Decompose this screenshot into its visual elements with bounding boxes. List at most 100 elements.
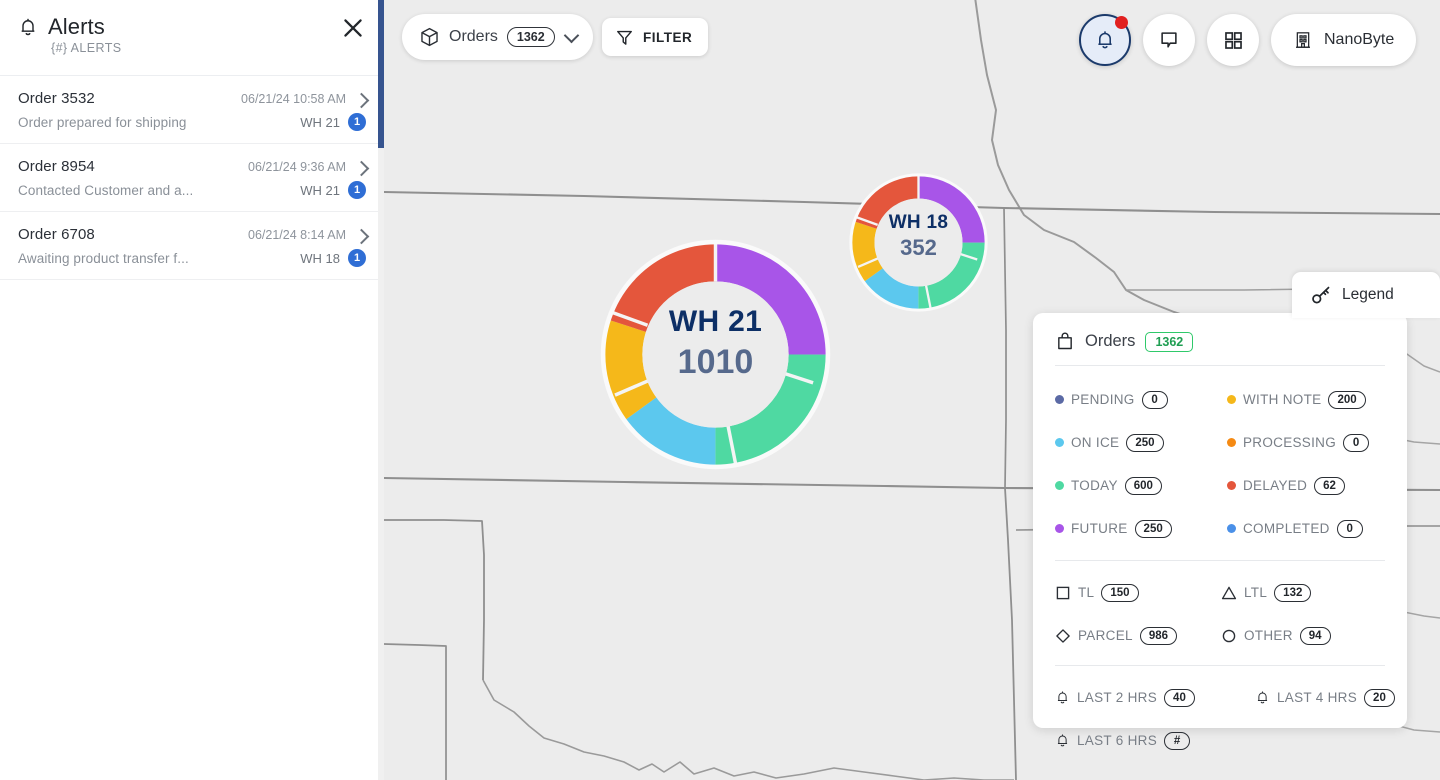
orders-dropdown-button[interactable]: Orders 1362 (402, 14, 593, 60)
chevron-down-icon[interactable] (563, 27, 579, 43)
legend-count: 20 (1364, 689, 1395, 707)
page-title: Alerts (48, 14, 105, 40)
legend-label: OTHER (1244, 628, 1293, 643)
notifications-button[interactable] (1079, 14, 1131, 66)
alert-list-item[interactable]: Order 6708 06/21/24 8:14 AM Awaiting pro… (0, 212, 384, 280)
legend-item-tl[interactable]: TL 150 (1055, 571, 1221, 614)
orders-label: Orders (449, 28, 498, 46)
alert-description: Order prepared for shipping (18, 115, 187, 130)
dashboard-root: Alerts {#} ALERTS Order 3532 06/21/24 10… (0, 0, 1440, 780)
legend-label: PENDING (1071, 392, 1135, 407)
bell-icon (18, 16, 38, 38)
status-dot-icon (1055, 481, 1064, 490)
square-icon (1055, 585, 1071, 601)
legend-item-completed[interactable]: COMPLETED 0 (1227, 507, 1385, 550)
legend-label: LTL (1244, 585, 1267, 600)
status-badge: 1 (348, 249, 366, 267)
orders-count-badge: 1362 (507, 27, 555, 47)
legend-label: ON ICE (1071, 435, 1119, 450)
legend-header-label: Orders (1085, 332, 1135, 351)
legend-item-last-6-hrs[interactable]: LAST 6 HRS # (1055, 719, 1255, 762)
legend-count: 62 (1314, 477, 1345, 495)
legend-label: COMPLETED (1243, 521, 1330, 536)
legend-label: WITH NOTE (1243, 392, 1321, 407)
legend-count: 250 (1126, 434, 1163, 452)
bell-icon (1255, 689, 1270, 706)
status-badge: 1 (348, 113, 366, 131)
package-icon (419, 26, 440, 48)
organization-name: NanoByte (1324, 31, 1394, 49)
legend-item-last-4-hrs[interactable]: LAST 4 HRS 20 (1255, 676, 1395, 719)
legend-label: TODAY (1071, 478, 1118, 493)
apps-button[interactable] (1207, 14, 1259, 66)
legend-item-pending[interactable]: PENDING 0 (1055, 378, 1227, 421)
sidebar-scrollbar[interactable] (378, 0, 384, 780)
warehouse-donut-chart-wh18[interactable]: WH 18 352 (849, 173, 988, 312)
legend-header: Orders 1362 (1055, 331, 1385, 365)
building-icon (1293, 29, 1313, 51)
legend-item-today[interactable]: TODAY 600 (1055, 464, 1227, 507)
chat-bubble-icon (1158, 29, 1180, 51)
status-dot-icon (1055, 438, 1064, 447)
legend-count: 250 (1135, 520, 1172, 538)
legend-count: 0 (1343, 434, 1369, 452)
alert-description: Contacted Customer and a... (18, 183, 193, 198)
alert-list-item[interactable]: Order 3532 06/21/24 10:58 AM Order prepa… (0, 76, 384, 144)
legend-count: 0 (1337, 520, 1363, 538)
legend-item-ltl[interactable]: LTL 132 (1221, 571, 1385, 614)
bell-icon (1094, 28, 1116, 52)
legend-label: DELAYED (1243, 478, 1307, 493)
legend-label: FUTURE (1071, 521, 1128, 536)
status-dot-icon (1227, 524, 1236, 533)
legend-count: 600 (1125, 477, 1162, 495)
legend-label: LAST 4 HRS (1277, 690, 1357, 705)
status-dot-icon (1227, 481, 1236, 490)
warehouse-donut-chart-wh21[interactable]: WH 21 1010 (600, 239, 831, 470)
filter-button[interactable]: FILTER (602, 18, 708, 56)
legend-toggle-tab[interactable]: Legend (1292, 272, 1440, 318)
alerts-count-label: {#} ALERTS (51, 41, 366, 55)
chat-button[interactable] (1143, 14, 1195, 66)
legend-count: 132 (1274, 584, 1311, 602)
legend-item-on-ice[interactable]: ON ICE 250 (1055, 421, 1227, 464)
legend-item-other[interactable]: OTHER 94 (1221, 614, 1385, 657)
alert-warehouse: WH 21 (300, 183, 348, 198)
legend-count: 986 (1140, 627, 1177, 645)
legend-item-future[interactable]: FUTURE 250 (1055, 507, 1227, 550)
legend-label: TL (1078, 585, 1094, 600)
alert-warehouse: WH 18 (300, 251, 348, 266)
filter-label: FILTER (643, 30, 692, 45)
legend-header-count: 1362 (1145, 332, 1193, 352)
alert-list-item[interactable]: Order 8954 06/21/24 9:36 AM Contacted Cu… (0, 144, 384, 212)
circle-icon (1221, 628, 1237, 644)
alert-order-id: Order 6708 (18, 226, 95, 243)
close-icon[interactable] (340, 15, 366, 41)
legend-status-grid: PENDING 0 WITH NOTE 200 ON ICE 250 PROCE… (1055, 366, 1385, 560)
alert-warehouse: WH 21 (300, 115, 348, 130)
alert-order-id: Order 8954 (18, 158, 95, 175)
legend-item-parcel[interactable]: PARCEL 986 (1055, 614, 1221, 657)
legend-item-with-note[interactable]: WITH NOTE 200 (1227, 378, 1385, 421)
status-dot-icon (1227, 395, 1236, 404)
legend-label: PARCEL (1078, 628, 1133, 643)
legend-panel: Orders 1362 PENDING 0 WITH NOTE 200 ON I… (1033, 313, 1407, 728)
diamond-icon (1055, 628, 1071, 644)
alert-description: Awaiting product transfer f... (18, 251, 189, 266)
legend-count: 40 (1164, 689, 1195, 707)
alert-timestamp: 06/21/24 8:14 AM (248, 228, 366, 242)
organization-button[interactable]: NanoByte (1271, 14, 1416, 66)
legend-item-processing[interactable]: PROCESSING 0 (1227, 421, 1385, 464)
legend-count: # (1164, 732, 1190, 750)
legend-item-last-2-hrs[interactable]: LAST 2 HRS 40 (1055, 676, 1255, 719)
legend-tab-label: Legend (1342, 286, 1394, 304)
legend-recency-grid: LAST 2 HRS 40 LAST 4 HRS 20 LAST 6 HRS # (1055, 666, 1385, 762)
legend-item-delayed[interactable]: DELAYED 62 (1227, 464, 1385, 507)
status-dot-icon (1055, 395, 1064, 404)
bell-icon (1055, 732, 1070, 749)
legend-count: 0 (1142, 391, 1168, 409)
donut-svg (849, 173, 988, 312)
triangle-icon (1221, 585, 1237, 601)
legend-count: 94 (1300, 627, 1331, 645)
notification-dot-badge (1115, 16, 1128, 29)
sidebar-scrollbar-thumb[interactable] (378, 0, 384, 148)
